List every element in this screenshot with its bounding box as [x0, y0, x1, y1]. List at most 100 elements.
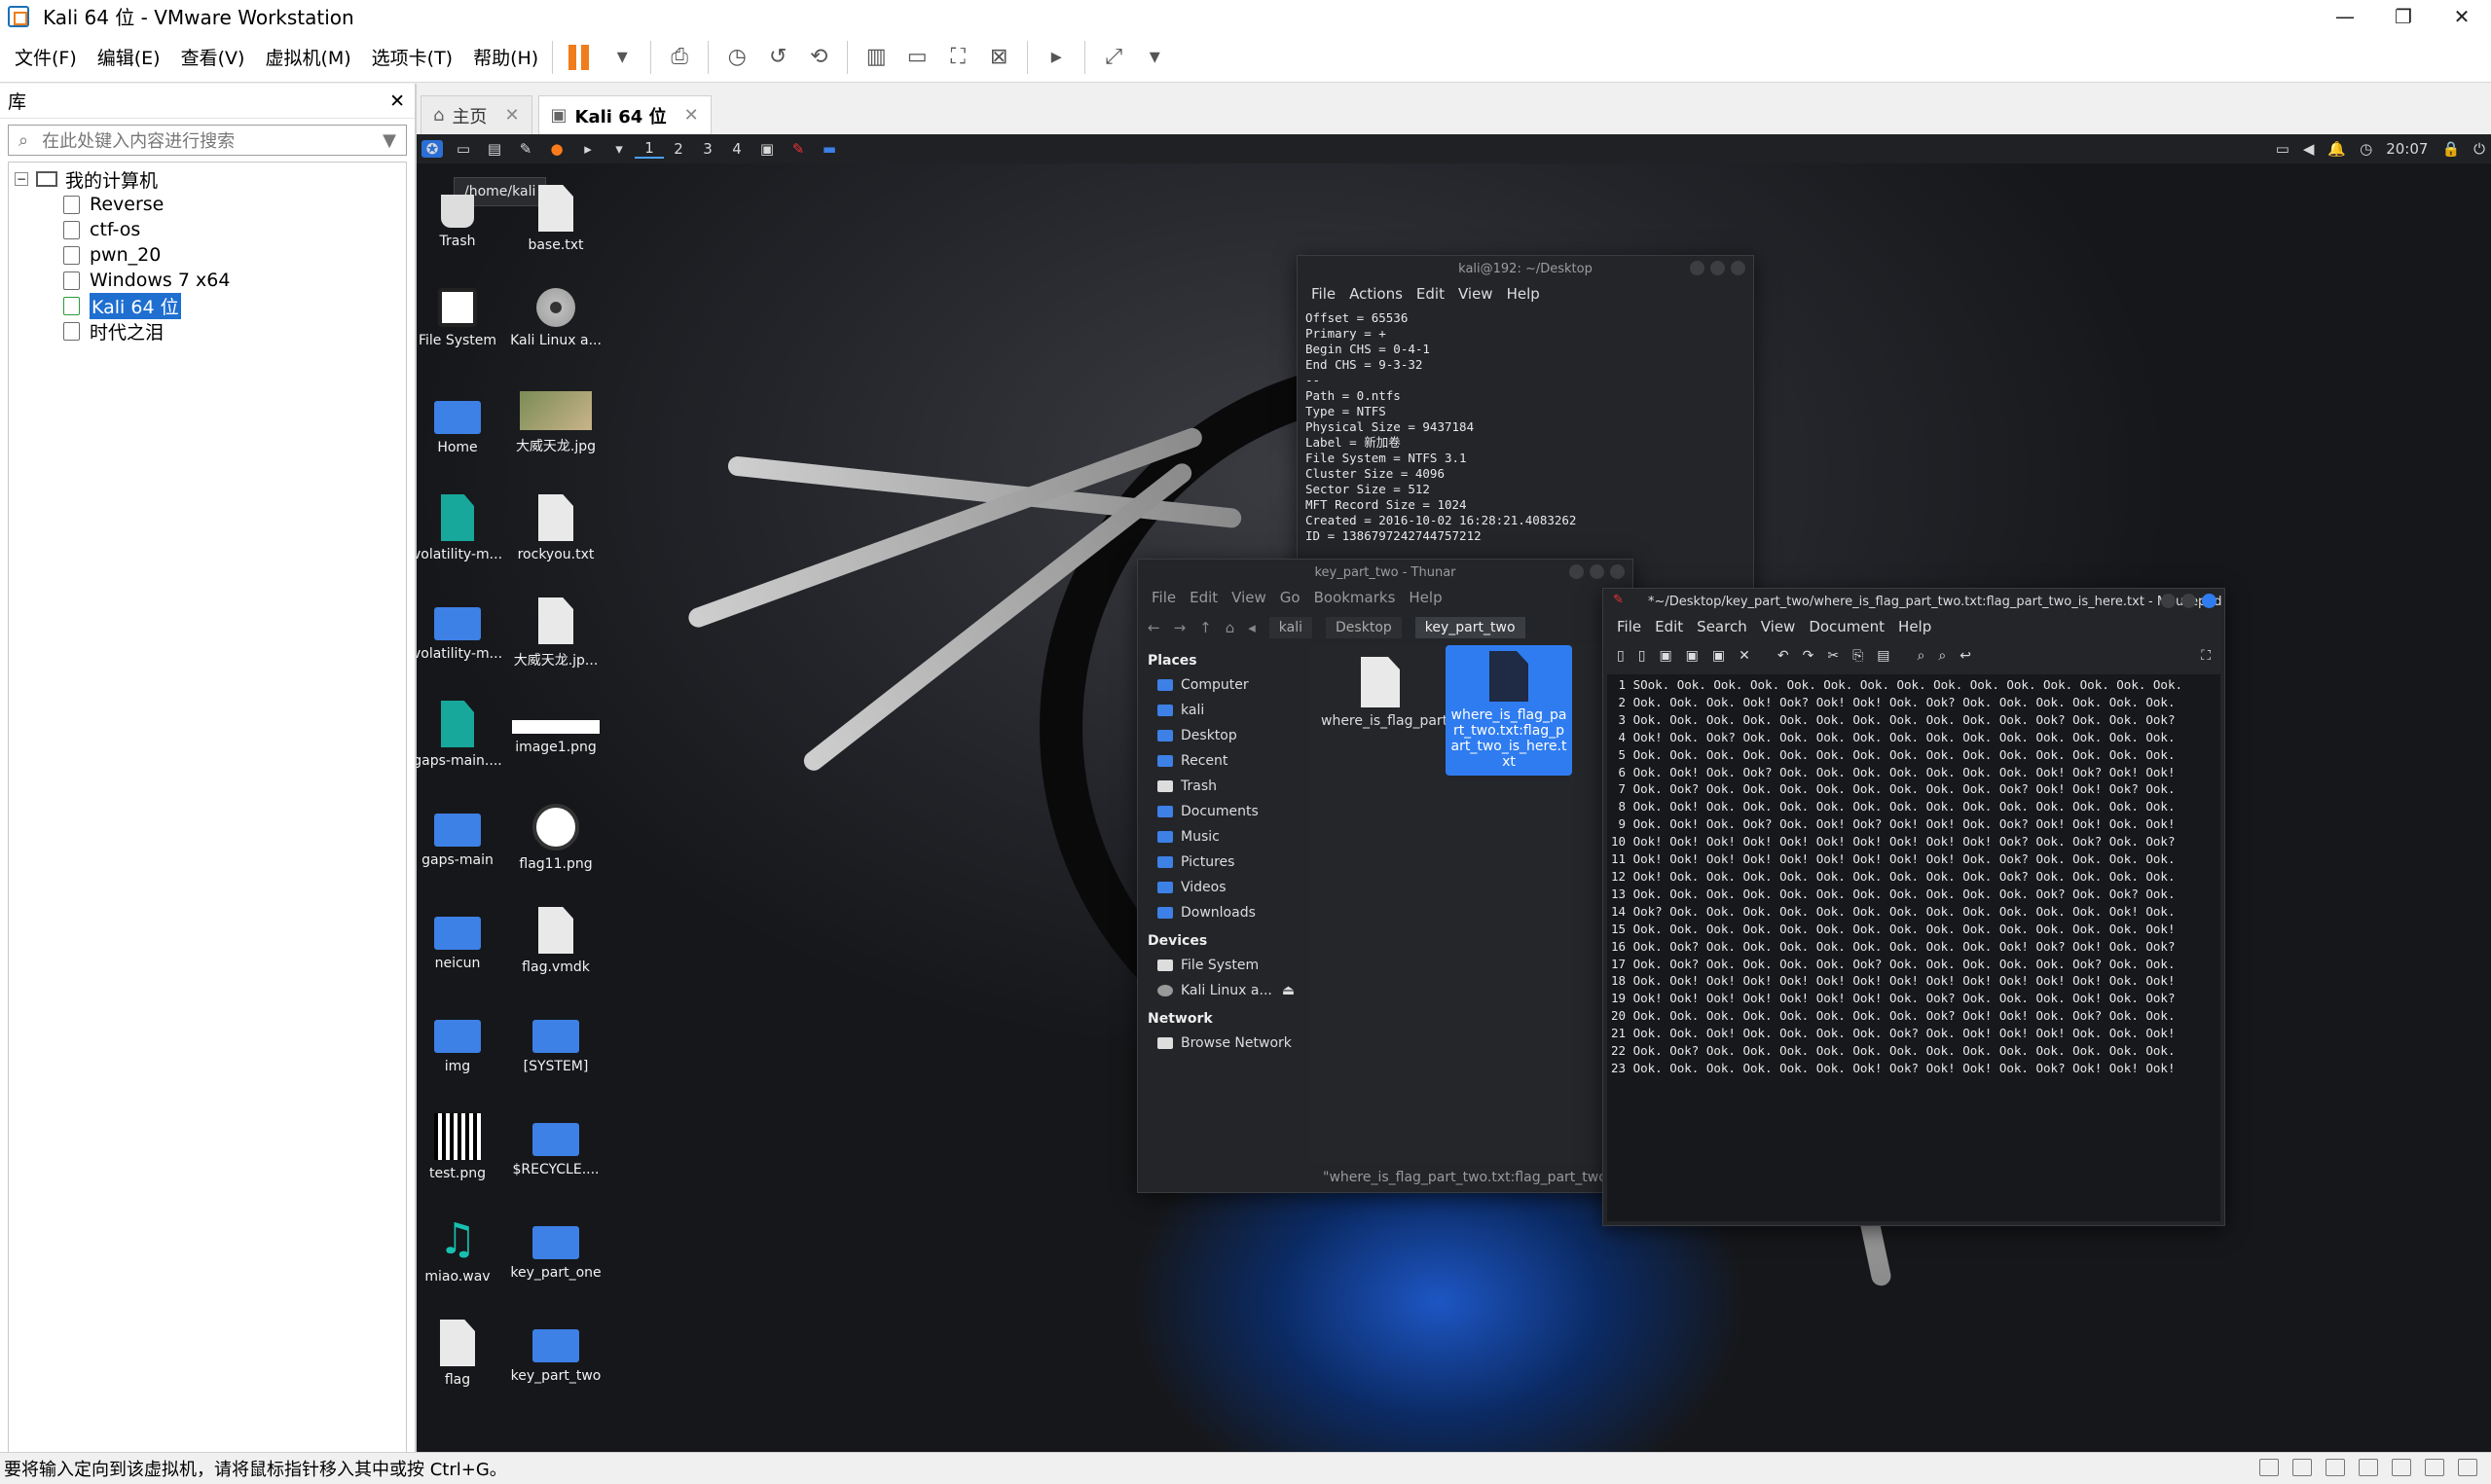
lock-icon[interactable]: 🔒 [2441, 140, 2460, 158]
fullscreen-icon[interactable]: ⛶ [2201, 648, 2211, 664]
fullscreen-icon[interactable]: ⛶ [940, 40, 975, 75]
save-as-icon[interactable]: ▣ [1686, 648, 1699, 664]
desktop-icon-miao-wav[interactable]: ♫ miao.wav [417, 1216, 506, 1285]
close-button[interactable]: ✕ [2433, 0, 2491, 32]
file-item[interactable]: where_is_flag_part_two.txt [1317, 651, 1502, 735]
stretch-dropdown-icon[interactable]: ▾ [1137, 40, 1172, 75]
network-adapter-icon[interactable] [2326, 1459, 2345, 1476]
desktop-icon-img[interactable]: img [417, 1010, 506, 1074]
display-icon[interactable] [2458, 1459, 2477, 1476]
taskbar-terminal-icon[interactable]: ▣ [756, 140, 778, 158]
minimize-button[interactable]: — [2316, 0, 2374, 32]
menu-view[interactable]: 查看(V) [181, 44, 245, 70]
terminal-menu-edit[interactable]: Edit [1416, 285, 1445, 303]
terminal-titlebar[interactable]: kali@192: ~/Desktop [1298, 256, 1753, 281]
thunar-menu-go[interactable]: Go [1280, 589, 1300, 606]
thunar-menu-edit[interactable]: Edit [1190, 589, 1218, 606]
file-item-selected[interactable]: where_is_flag_part_two.txt:flag_part_two… [1446, 645, 1572, 776]
thumbnail-bar-icon[interactable]: ▭ [899, 40, 934, 75]
desktop-icon-system[interactable]: [SYSTEM] [507, 1010, 604, 1074]
desktop-icon-kali-disc[interactable]: Kali Linux a... [507, 288, 604, 348]
desktop-icon-key-part-two[interactable]: key_part_two [507, 1320, 604, 1384]
browse-network[interactable]: Browse Network [1138, 1031, 1305, 1056]
stretch-guest-icon[interactable]: ⤢ [1096, 40, 1131, 75]
tree-item-kali[interactable]: Kali 64 位 [9, 292, 406, 319]
place-recent[interactable]: Recent [1138, 748, 1305, 774]
thunar-menu-help[interactable]: Help [1409, 589, 1442, 606]
mousepad-editor[interactable]: 1 SOok. Ook. Ook. Ook. Ook. Ook. Ook. Oo… [1607, 674, 2220, 1221]
desktop-icon-rockyou[interactable]: rockyou.txt [507, 494, 604, 562]
device-kali-disc[interactable]: Kali Linux a... ⏏ [1138, 978, 1305, 1003]
desktop-icon-key-part-one[interactable]: key_part_one [507, 1216, 604, 1281]
show-desktop-icon[interactable]: ▭ [453, 140, 474, 158]
printer-icon[interactable] [2425, 1459, 2444, 1476]
terminal-icon[interactable]: ▸ [577, 140, 599, 158]
close-document-icon[interactable]: ✕ [1739, 648, 1750, 664]
menu-edit[interactable]: 编辑(E) [97, 44, 161, 70]
workspace-4[interactable]: 4 [722, 140, 751, 158]
maximize-button[interactable]: ❐ [2374, 0, 2433, 32]
vm-console[interactable]: ✪ ▭ ▤ ✎ ● ▸ ▾ 1 2 3 4 ▣ ✎ ▬ ▭ ◀ 🔔 ◷ 20:0… [417, 134, 2491, 1453]
library-close-icon[interactable]: ✕ [389, 90, 405, 112]
tree-item-shidai[interactable]: 时代之泪 [9, 318, 406, 344]
desktop-icon-gaps-main[interactable]: gaps-main [417, 804, 506, 868]
tab-close-icon[interactable]: ✕ [684, 105, 699, 126]
menu-tabs[interactable]: 选项卡(T) [372, 44, 453, 70]
terminal-output[interactable]: Offset = 65536 Primary = + Begin CHS = 0-4… [1298, 307, 1753, 548]
mousepad-menu-search[interactable]: Search [1697, 618, 1747, 635]
kali-menu-icon[interactable]: ✪ [421, 140, 443, 158]
taskbar-mousepad-icon[interactable]: ✎ [788, 140, 809, 158]
tree-root[interactable]: − 我的计算机 [9, 166, 406, 192]
file-manager-icon[interactable]: ▤ [484, 140, 505, 158]
close-icon[interactable] [1731, 261, 1745, 275]
taskbar-thunar-icon[interactable]: ▬ [819, 140, 840, 158]
thunar-menu-file[interactable]: File [1152, 589, 1176, 606]
maximize-icon[interactable] [1710, 261, 1725, 275]
mousepad-menu-help[interactable]: Help [1898, 618, 1931, 635]
thunar-menu-bookmarks[interactable]: Bookmarks [1314, 589, 1396, 606]
mousepad-menu-view[interactable]: View [1761, 618, 1796, 635]
sound-icon[interactable] [2392, 1459, 2411, 1476]
desktop-icon-volatility-zip[interactable]: volatility-m... [417, 494, 506, 562]
workspace-2[interactable]: 2 [664, 140, 693, 158]
mousepad-menu-document[interactable]: Document [1809, 618, 1885, 635]
place-trash[interactable]: Trash [1138, 774, 1305, 799]
unity-icon[interactable]: ⊠ [981, 40, 1016, 75]
find-replace-icon[interactable]: ⌕ [1938, 648, 1946, 664]
paste-icon[interactable]: ▤ [1877, 648, 1889, 664]
desktop-icon-test-png[interactable]: test.png [417, 1113, 506, 1181]
terminal-menu-file[interactable]: File [1311, 285, 1336, 303]
desktop-icon-neicun[interactable]: neicun [417, 907, 506, 971]
redo-icon[interactable]: ↷ [1803, 648, 1814, 664]
terminal-menu-view[interactable]: View [1458, 285, 1493, 303]
thunar-titlebar[interactable]: key_part_two - Thunar [1138, 560, 1632, 585]
desktop-icon-trash[interactable]: Trash [417, 185, 506, 249]
mousepad-menu-edit[interactable]: Edit [1655, 618, 1683, 635]
desktop-icon-flag-vmdk[interactable]: flag.vmdk [507, 907, 604, 975]
minimize-icon[interactable] [1690, 261, 1704, 275]
notification-bell-icon[interactable]: 🔔 [2327, 140, 2346, 158]
breadcrumb-key-part-two[interactable]: key_part_two [1414, 617, 1525, 638]
tab-home[interactable]: ⌂ 主页 ✕ [421, 95, 532, 134]
pause-dropdown-icon[interactable]: ▾ [604, 40, 640, 75]
place-downloads[interactable]: Downloads [1138, 900, 1305, 925]
pause-button[interactable] [564, 40, 599, 75]
desktop-icon-volatility-folder[interactable]: volatility-m... [417, 597, 506, 662]
terminal-dropdown-icon[interactable]: ▾ [608, 140, 630, 158]
save-icon[interactable]: ▣ [1659, 648, 1671, 664]
terminal-menu-help[interactable]: Help [1507, 285, 1540, 303]
desktop-icon-base-txt[interactable]: base.txt [507, 185, 604, 253]
breadcrumb-desktop[interactable]: Desktop [1326, 617, 1402, 638]
search-dropdown-icon[interactable]: ▼ [383, 130, 396, 151]
desktop-icon-home[interactable]: Home [417, 391, 506, 455]
desktop-icon-flag[interactable]: flag [417, 1320, 506, 1388]
show-library-icon[interactable]: ▥ [859, 40, 894, 75]
snapshot-manager-icon[interactable]: ⟲ [801, 40, 836, 75]
snapshot-icon[interactable]: ◷ [719, 40, 754, 75]
thunar-menu-view[interactable]: View [1231, 589, 1266, 606]
thunar-file-view[interactable]: where_is_flag_part_two.txt where_is_flag… [1309, 645, 1632, 1163]
mousepad-titlebar[interactable]: ✎ *~/Desktop/key_part_two/where_is_flag_… [1603, 589, 2224, 614]
library-search-input[interactable]: ⌕ 在此处键入内容进行搜索 ▼ [8, 125, 407, 156]
cut-icon[interactable]: ✂ [1827, 648, 1839, 664]
desktop-icon-image1[interactable]: image1.png [507, 701, 604, 755]
